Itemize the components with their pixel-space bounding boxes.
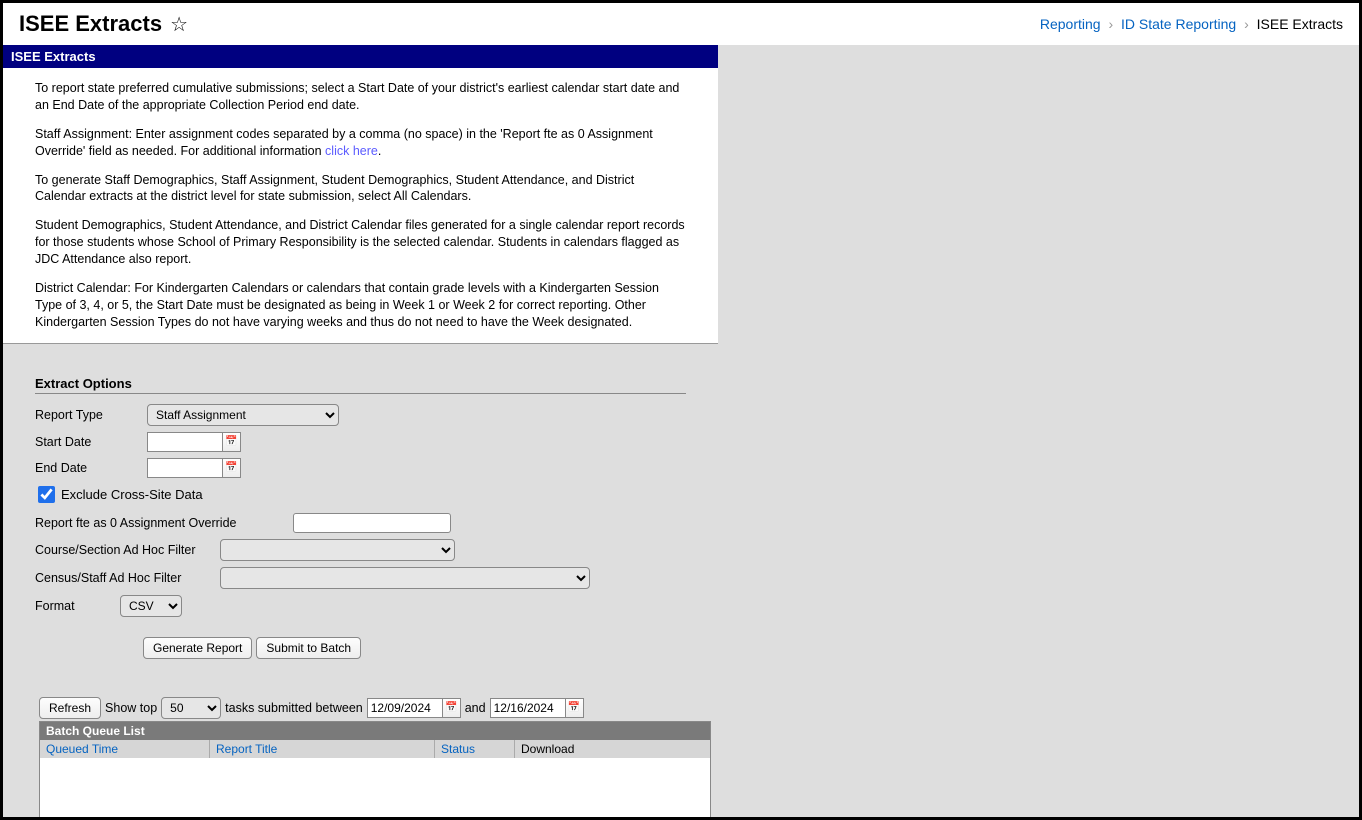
calendar-icon[interactable]: 📅 (443, 698, 461, 718)
page-header: ISEE Extracts ☆ Reporting › ID State Rep… (3, 3, 1359, 45)
census-filter-select[interactable] (220, 567, 590, 589)
format-select[interactable]: CSV (120, 595, 182, 617)
breadcrumb: Reporting › ID State Reporting › ISEE Ex… (1040, 16, 1343, 32)
status-header[interactable]: Status (441, 742, 475, 756)
batch-queue-heading: Batch Queue List (40, 722, 710, 740)
info-panel: To report state preferred cumulative sub… (3, 68, 718, 344)
batch-queue-body (40, 758, 710, 820)
info-text: District Calendar: For Kindergarten Cale… (35, 280, 686, 331)
page-title: ISEE Extracts (19, 11, 162, 37)
batch-date-from-input[interactable] (367, 698, 443, 718)
and-label: and (465, 701, 486, 715)
format-label: Format (35, 599, 120, 613)
download-header: Download (515, 740, 710, 758)
calendar-icon[interactable]: 📅 (223, 432, 241, 452)
info-text: To report state preferred cumulative sub… (35, 80, 686, 114)
report-type-label: Report Type (35, 408, 147, 422)
submit-to-batch-button[interactable]: Submit to Batch (256, 637, 361, 659)
chevron-right-icon: › (1108, 16, 1113, 32)
breadcrumb-link-id-state[interactable]: ID State Reporting (1121, 16, 1236, 32)
show-top-select[interactable]: 50 (161, 697, 221, 719)
course-filter-select[interactable] (220, 539, 455, 561)
info-text: Student Demographics, Student Attendance… (35, 217, 686, 268)
override-input[interactable] (293, 513, 451, 533)
breadcrumb-current: ISEE Extracts (1257, 16, 1343, 32)
exclude-cross-site-checkbox[interactable] (38, 486, 55, 503)
report-title-header[interactable]: Report Title (216, 742, 277, 756)
batch-queue-table: Batch Queue List Queued Time Report Titl… (39, 721, 711, 820)
start-date-label: Start Date (35, 435, 147, 449)
chevron-right-icon: › (1244, 16, 1249, 32)
start-date-input[interactable] (147, 432, 223, 452)
extract-options-heading: Extract Options (35, 376, 686, 394)
refresh-button[interactable]: Refresh (39, 697, 101, 719)
click-here-link[interactable]: click here (325, 144, 378, 158)
submitted-between-label: tasks submitted between (225, 701, 363, 715)
exclude-cross-site-label: Exclude Cross-Site Data (61, 487, 203, 502)
breadcrumb-link-reporting[interactable]: Reporting (1040, 16, 1101, 32)
census-filter-label: Census/Staff Ad Hoc Filter (35, 571, 220, 585)
end-date-input[interactable] (147, 458, 223, 478)
batch-date-to-input[interactable] (490, 698, 566, 718)
end-date-label: End Date (35, 461, 147, 475)
queued-time-header[interactable]: Queued Time (46, 742, 118, 756)
info-text: Staff Assignment: Enter assignment codes… (35, 126, 686, 160)
show-top-label: Show top (105, 701, 157, 715)
generate-report-button[interactable]: Generate Report (143, 637, 252, 659)
panel-heading: ISEE Extracts (3, 45, 718, 68)
calendar-icon[interactable]: 📅 (223, 458, 241, 478)
calendar-icon[interactable]: 📅 (566, 698, 584, 718)
report-type-select[interactable]: Staff Assignment (147, 404, 339, 426)
info-text: To generate Staff Demographics, Staff As… (35, 172, 686, 206)
course-filter-label: Course/Section Ad Hoc Filter (35, 543, 220, 557)
override-label: Report fte as 0 Assignment Override (35, 516, 293, 530)
favorite-star-icon[interactable]: ☆ (170, 12, 188, 37)
